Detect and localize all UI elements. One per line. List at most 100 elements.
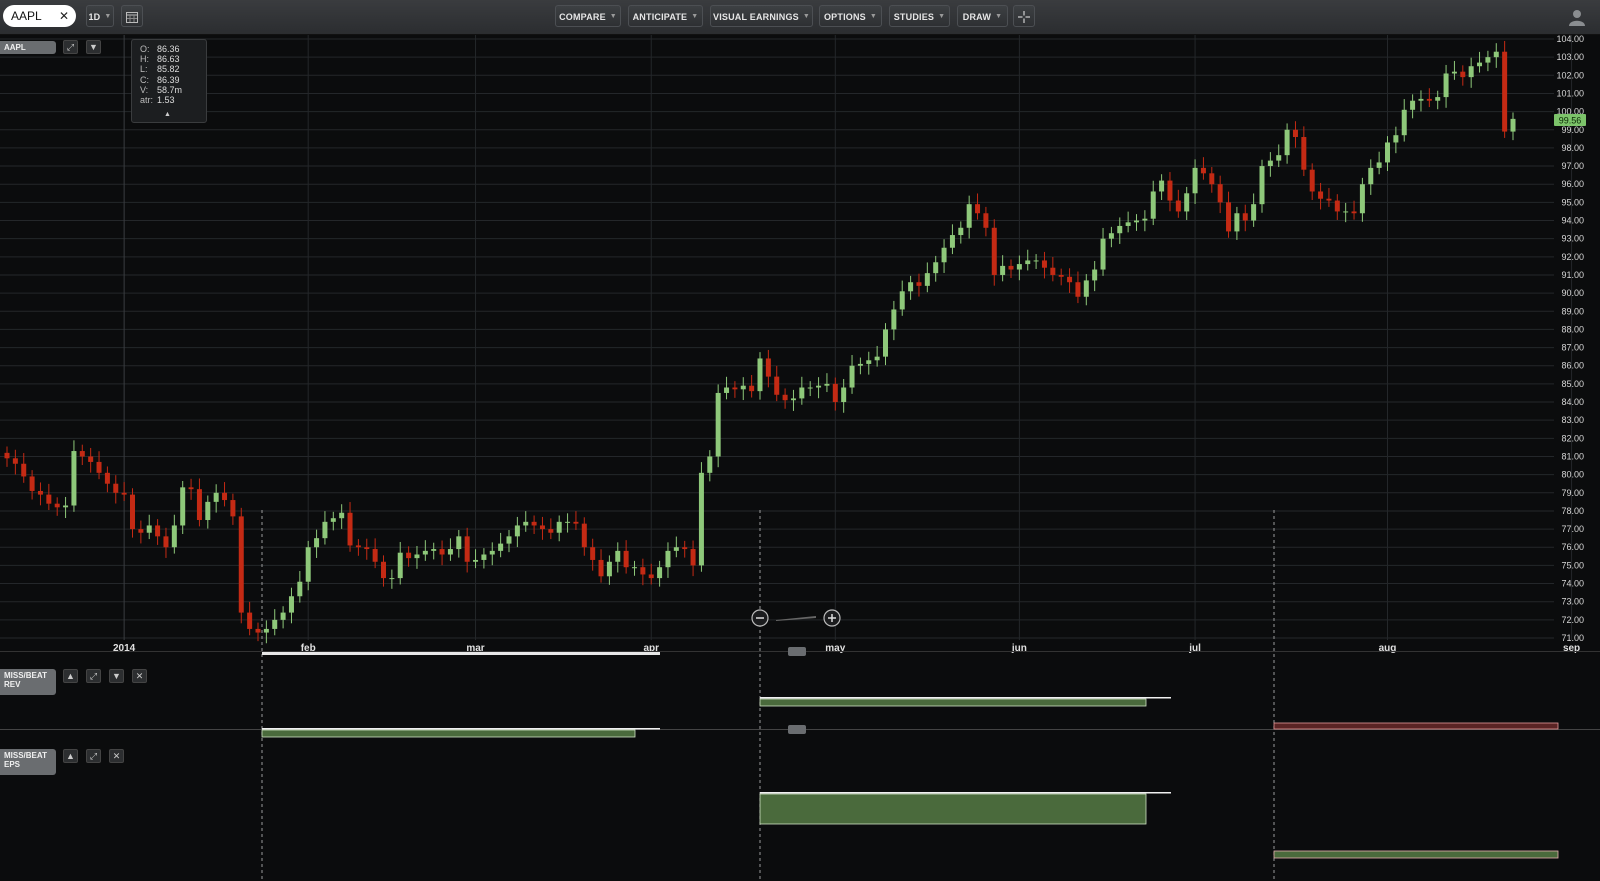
- rev-panel-label-line1: MISS/BEAT: [4, 671, 47, 680]
- candle-body: [79, 451, 85, 457]
- crosshair-button[interactable]: [1013, 5, 1035, 27]
- candle-body: [1033, 260, 1039, 262]
- candle-body: [933, 262, 939, 274]
- candle-body: [514, 525, 520, 537]
- y-tick-label: 85.00: [1561, 379, 1584, 389]
- ohlc-value: 86.63: [157, 54, 180, 65]
- x-tick-label: 2014: [113, 643, 136, 654]
- x-tick-label: sep: [1563, 643, 1580, 654]
- candle-body: [29, 476, 35, 491]
- eps-panel-label-line2: EPS: [4, 760, 21, 769]
- candle-body: [949, 235, 955, 248]
- candle-body: [1359, 184, 1365, 214]
- arrow-up-icon[interactable]: ▲: [63, 669, 78, 683]
- y-tick-label: 96.00: [1561, 179, 1584, 189]
- candle-body: [832, 383, 838, 403]
- candle-body: [1435, 97, 1441, 101]
- close-icon[interactable]: ✕: [132, 669, 147, 683]
- y-tick-label: 92.00: [1561, 252, 1584, 262]
- candle-body: [1226, 202, 1232, 232]
- candle-body: [966, 204, 972, 228]
- y-tick-label: 75.00: [1561, 560, 1584, 570]
- calendar-button[interactable]: [121, 5, 143, 27]
- arrow-down-icon[interactable]: ▼: [109, 669, 124, 683]
- candle-body: [180, 487, 186, 526]
- x-tick-label: jun: [1011, 643, 1027, 654]
- interval-label: 1D: [88, 12, 101, 22]
- candle-body: [263, 628, 269, 633]
- toolbar: AAPL ✕ 1D ▼ COMPARE ▼ ANTICIPATE ▼ VISUAL E…: [0, 0, 1600, 35]
- collapse-up-icon[interactable]: ▲: [164, 110, 171, 120]
- zoom-control[interactable]: [751, 609, 841, 627]
- compare-button[interactable]: COMPARE ▼: [555, 5, 621, 27]
- candle-body: [640, 567, 646, 575]
- close-icon[interactable]: ✕: [109, 749, 124, 763]
- candle-body: [1485, 57, 1491, 63]
- candle-body: [280, 612, 286, 620]
- y-tick-label: 94.00: [1561, 216, 1584, 226]
- candle-body: [581, 523, 587, 548]
- visual-earnings-button[interactable]: VISUAL EARNINGS ▼: [710, 5, 813, 27]
- options-button[interactable]: OPTIONS ▼: [819, 5, 882, 27]
- candle-body: [523, 521, 529, 526]
- draw-button[interactable]: DRAW ▼: [957, 5, 1008, 27]
- candle-body: [1309, 169, 1315, 192]
- candle-body: [288, 596, 294, 613]
- candle-body: [389, 578, 395, 580]
- candle-body: [314, 538, 320, 548]
- candle-body: [908, 282, 914, 292]
- ohlc-key: atr:: [140, 95, 154, 106]
- ohlc-value: 1.53: [157, 95, 175, 106]
- options-label: OPTIONS: [823, 12, 866, 22]
- candle-body: [171, 525, 177, 548]
- visual-earnings-label: VISUAL EARNINGS: [713, 12, 799, 22]
- candle-body: [1067, 276, 1073, 283]
- chevron-down-icon: ▼: [869, 13, 878, 20]
- symbol-input[interactable]: AAPL ✕: [3, 5, 76, 27]
- chart-area[interactable]: 71.00 72.00 73.00 74.00 75.00 76.00 77.00 78.00…: [0, 35, 1600, 881]
- interval-select[interactable]: 1D ▼: [86, 5, 114, 27]
- candle-body: [238, 516, 244, 613]
- candle-body: [1217, 184, 1223, 203]
- candle-body: [1393, 135, 1399, 143]
- chevron-down-icon: ▼: [691, 13, 699, 20]
- chevron-down-icon: ▼: [104, 13, 112, 20]
- expand-icon[interactable]: ⤢: [86, 749, 101, 763]
- candle-body: [155, 525, 161, 537]
- user-icon[interactable]: [1568, 8, 1586, 26]
- y-tick-label: 87.00: [1561, 343, 1584, 353]
- candle-body: [222, 492, 228, 501]
- panel-resize-handle-2[interactable]: [788, 725, 806, 734]
- close-icon[interactable]: ✕: [59, 5, 69, 27]
- eps-panel-label: MISS/BEAT EPS: [0, 749, 56, 775]
- arrow-down-icon[interactable]: ▼: [86, 40, 101, 54]
- anticipate-button[interactable]: ANTICIPATE ▼: [628, 5, 703, 27]
- candle-body: [1351, 211, 1357, 214]
- candle-body: [1134, 220, 1139, 223]
- candle-body: [104, 472, 110, 484]
- y-tick-label: 81.00: [1561, 451, 1584, 461]
- candle-body: [1025, 260, 1031, 265]
- candle-body: [1108, 233, 1114, 239]
- panel-resize-handle-1[interactable]: [788, 647, 806, 656]
- candle-body: [1385, 142, 1390, 163]
- arrow-up-icon[interactable]: ▲: [63, 749, 78, 763]
- candle-body: [372, 549, 378, 562]
- candle-body: [1267, 160, 1273, 167]
- candle-body: [573, 521, 579, 524]
- studies-button[interactable]: STUDIES ▼: [889, 5, 950, 27]
- candle-body: [1000, 265, 1006, 275]
- y-tick-label: 104.00: [1556, 35, 1584, 44]
- candle-body: [381, 561, 386, 579]
- ohlc-tooltip: O: 86.36 H: 86.63 L: 85.82 C: 86.39 V: 58.7m …: [131, 39, 207, 123]
- y-tick-label: 98.00: [1561, 143, 1584, 153]
- candle-body: [891, 309, 897, 330]
- candle-body: [1276, 155, 1282, 161]
- expand-icon[interactable]: ⤢: [63, 40, 78, 54]
- ohlc-key: O:: [140, 44, 150, 54]
- ohlc-key: H:: [140, 54, 149, 65]
- rev-bar-q2: [759, 698, 1147, 707]
- ohlc-row-low: L: 85.82: [140, 64, 206, 74]
- candle-body: [1451, 71, 1457, 74]
- expand-icon[interactable]: ⤢: [86, 669, 101, 683]
